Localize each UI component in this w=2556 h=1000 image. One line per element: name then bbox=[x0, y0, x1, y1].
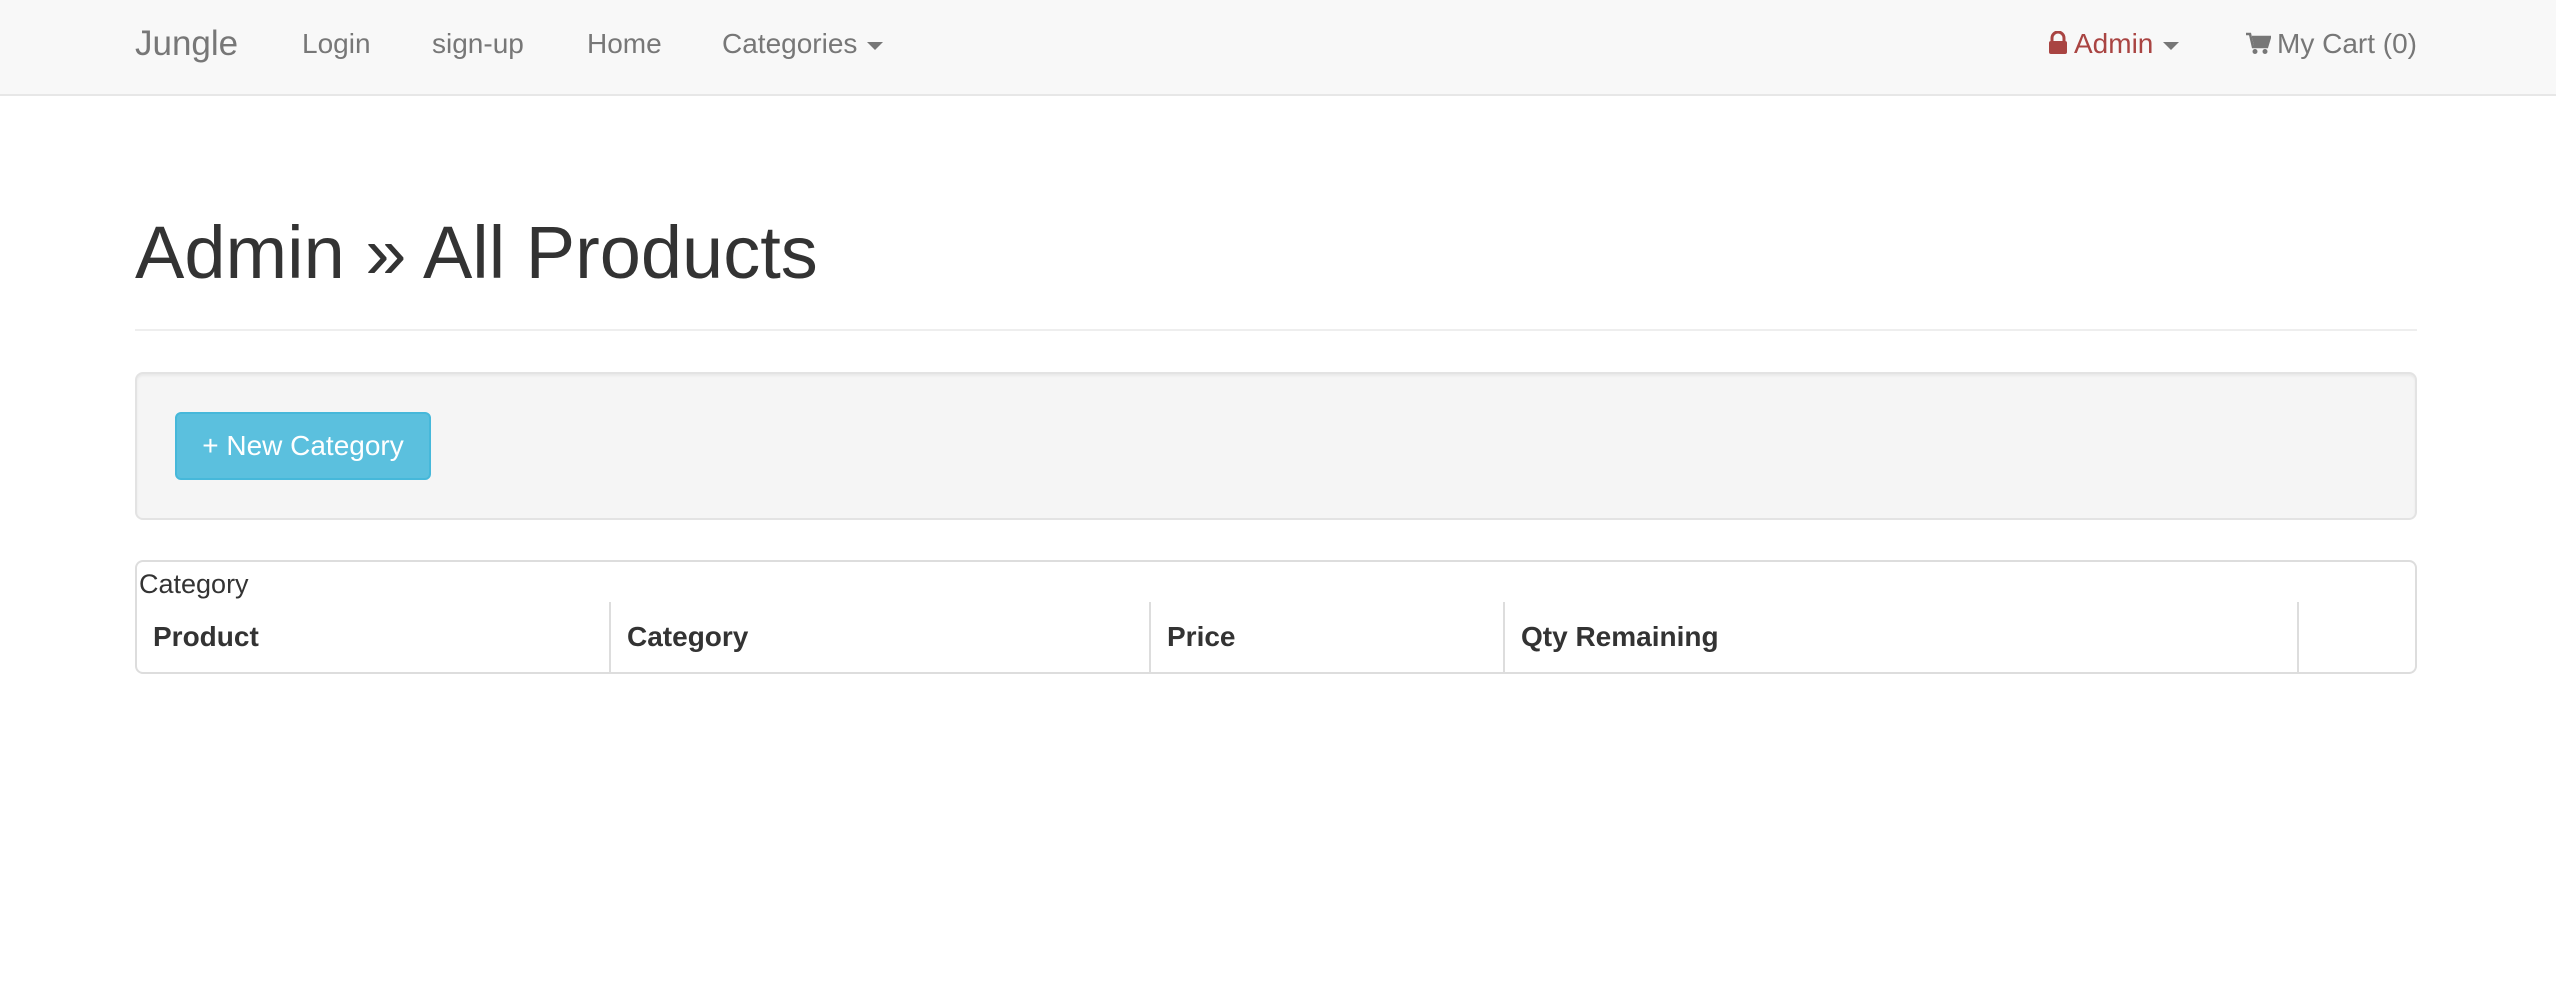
brand-link[interactable]: Jungle bbox=[135, 22, 238, 66]
page-title: Admin » All Products bbox=[135, 211, 818, 294]
nav-categories-label: Categories bbox=[722, 28, 858, 59]
table-caption: Category bbox=[139, 569, 249, 599]
chevron-down-icon bbox=[867, 41, 884, 50]
column-header-actions bbox=[2297, 602, 2415, 672]
navbar: Jungle Login sign-up Home Categories Adm… bbox=[0, 0, 2556, 96]
actions-well: + New Category bbox=[135, 372, 2417, 520]
new-category-button[interactable]: + New Category bbox=[175, 412, 431, 480]
nav-sign-up[interactable]: sign-up bbox=[432, 24, 524, 64]
nav-my-cart-label: My Cart (0) bbox=[2277, 28, 2417, 59]
products-table: Category Product Category Price Qty Rema… bbox=[135, 560, 2417, 674]
nav-home[interactable]: Home bbox=[587, 24, 662, 64]
lock-icon bbox=[2049, 30, 2067, 54]
column-header-category: Category bbox=[609, 602, 1149, 672]
column-header-qty-remaining: Qty Remaining bbox=[1503, 602, 2297, 672]
nav-login[interactable]: Login bbox=[302, 24, 371, 64]
shopping-cart-icon bbox=[2246, 32, 2271, 54]
nav-admin-dropdown[interactable]: Admin bbox=[2048, 24, 2180, 64]
nav-categories-dropdown[interactable]: Categories bbox=[722, 24, 884, 64]
chevron-down-icon bbox=[2163, 41, 2180, 50]
nav-my-cart[interactable]: My Cart (0) bbox=[2245, 24, 2417, 64]
column-header-price: Price bbox=[1149, 602, 1503, 672]
nav-admin-label: Admin bbox=[2074, 28, 2154, 59]
column-header-product: Product bbox=[153, 621, 259, 652]
page-header-divider bbox=[135, 329, 2417, 331]
